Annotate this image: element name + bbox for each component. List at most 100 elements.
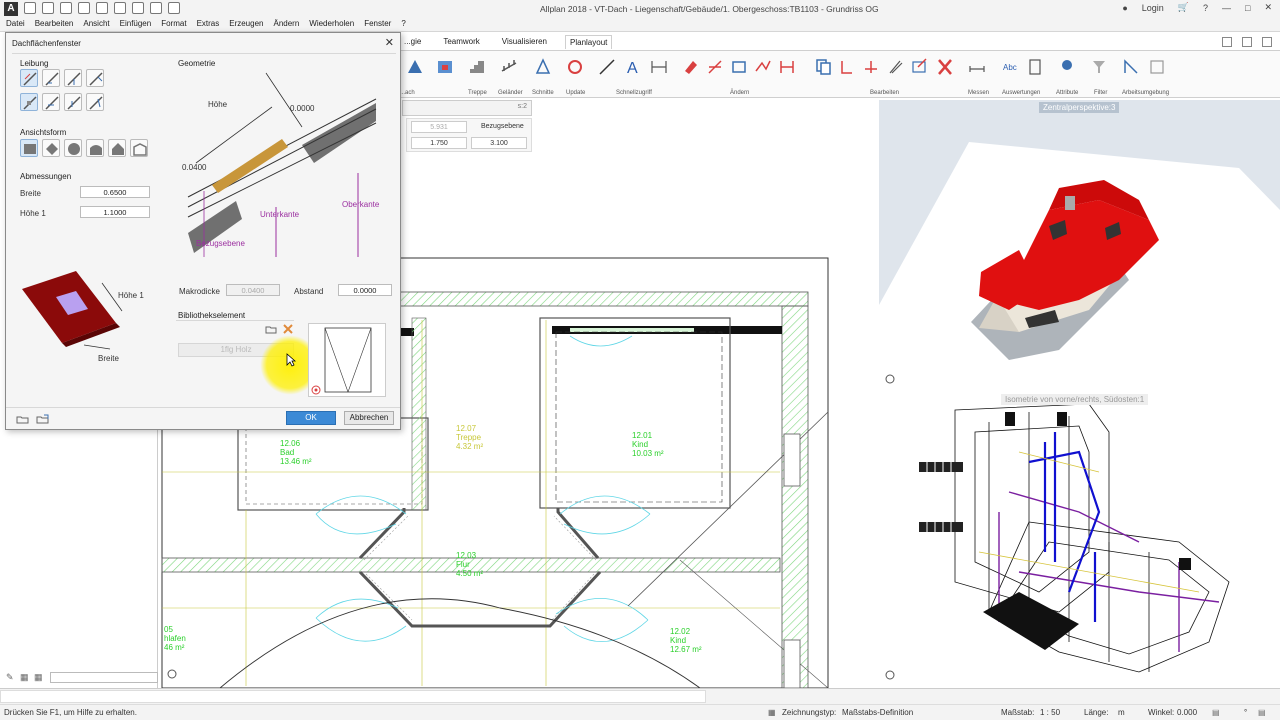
mirror-icon[interactable] [778,57,796,77]
menu-item-aendern[interactable]: Ändern [273,19,299,28]
info-value-1[interactable]: 1.750 [411,137,467,149]
menu-item-extras[interactable]: Extras [197,19,220,28]
delete-icon[interactable] [936,57,954,77]
isometric-canvas[interactable] [879,392,1280,688]
roof-icon[interactable] [406,57,424,77]
measure-icon[interactable] [968,57,986,77]
undo-icon[interactable] [78,2,90,14]
shape-diamond-button[interactable] [42,139,60,157]
close-window-icon[interactable]: ✕ [1264,2,1272,13]
leibung-option-5[interactable] [20,93,38,111]
dimension-icon[interactable] [650,57,668,77]
dialog-close-icon[interactable]: ✕ [385,36,394,49]
eraser-icon[interactable] [682,57,700,77]
paste-icon[interactable] [132,2,144,14]
expand-icon[interactable] [1262,37,1272,47]
perspective-canvas[interactable] [879,100,1280,390]
library-open-icon[interactable] [265,323,277,335]
new-icon[interactable] [24,2,36,14]
drawing-type-value[interactable]: Maßstabs-Definition [842,708,913,717]
hoehe1-input[interactable]: 1.1000 [80,206,150,218]
menu-item-erzeugen[interactable]: Erzeugen [229,19,263,28]
line-icon[interactable] [598,57,616,77]
favorites-open-icon[interactable] [16,413,30,425]
isometric-viewport[interactable]: Isometrie von vorne/rechts, Südosten:1 [879,392,1280,688]
login-link[interactable]: Login [1142,3,1164,13]
perspective-viewport[interactable]: Zentralperspektive:3 [879,100,1280,390]
leibung-option-2[interactable] [42,69,60,87]
reports-icon[interactable]: Abc [1002,57,1020,77]
folder-icon[interactable]: ▦ [20,672,29,683]
library-remove-icon[interactable] [282,323,294,335]
abstand-input[interactable]: 0.0000 [338,284,392,296]
leibung-option-4[interactable] [86,69,104,87]
railing-icon[interactable] [500,57,518,77]
user-icon[interactable]: ● [1122,3,1127,13]
workspace-icon[interactable] [1122,57,1140,77]
tools-icon[interactable] [168,2,180,14]
minimize-icon[interactable]: — [1222,3,1231,13]
update-icon[interactable] [566,57,584,77]
tab-visualisieren[interactable]: Visualisieren [498,35,551,49]
angle-value[interactable]: 0.000 [1177,708,1197,717]
drawing-tab[interactable]: s:2 [402,100,532,116]
list-icon[interactable] [1026,57,1044,77]
tab-energie[interactable]: ...gie [400,35,425,49]
save-icon[interactable] [60,2,72,14]
status-more-icon[interactable]: ▤ [1258,708,1266,717]
attributes-icon[interactable] [1058,57,1076,77]
menu-item-ansicht[interactable]: Ansicht [83,19,109,28]
shape-custom-button[interactable] [130,139,148,157]
menu-item-wiederholen[interactable]: Wiederholen [309,19,354,28]
menu-item-einfuegen[interactable]: Einfügen [120,19,152,28]
filter-icon[interactable] [1090,57,1108,77]
workspace-settings-icon[interactable] [1148,57,1166,77]
leibung-option-6[interactable] [42,93,60,111]
leibung-option-3[interactable] [64,69,82,87]
tab-teamwork[interactable]: Teamwork [439,35,483,49]
shape-arch-button[interactable] [86,139,104,157]
scale-value[interactable]: 1 : 50 [1040,708,1060,717]
pencil-icon[interactable]: ✎ [6,672,14,683]
redo-icon[interactable] [96,2,108,14]
copy-tool-icon[interactable] [814,57,832,77]
shape-rectangle-button[interactable] [20,139,38,157]
breite-input[interactable]: 0.6500 [80,186,150,198]
leibung-option-8[interactable] [86,93,104,111]
settings-icon[interactable] [1242,37,1252,47]
menu-item-datei[interactable]: Datei [6,19,25,28]
layer-select[interactable] [50,672,158,683]
modify-icon[interactable] [706,57,724,77]
shape-gable-button[interactable] [108,139,126,157]
print-icon[interactable] [150,2,162,14]
text-icon[interactable]: A [624,57,642,77]
tab-planlayout[interactable]: Planlayout [565,35,613,49]
favorites-save-icon[interactable] [36,413,50,425]
offset-icon[interactable] [886,57,904,77]
menu-item-help[interactable]: ? [401,19,405,28]
rotate-icon[interactable] [838,57,856,77]
leibung-option-7[interactable] [64,93,82,111]
help-icon[interactable]: ? [1203,3,1208,13]
section-icon[interactable] [534,57,552,77]
command-input[interactable] [0,690,706,703]
layer-icon[interactable]: ▦ [34,672,43,683]
stretch-icon[interactable] [754,57,772,77]
edit-point-icon[interactable] [910,57,928,77]
ok-button[interactable]: OK [286,411,336,425]
open-icon[interactable] [42,2,54,14]
length-unit[interactable]: m [1118,708,1125,717]
layout-icon[interactable] [1222,37,1232,47]
menu-item-fenster[interactable]: Fenster [364,19,391,28]
trim-icon[interactable] [862,57,880,77]
move-icon[interactable] [730,57,748,77]
roof-window-icon[interactable] [436,57,454,77]
maximize-icon[interactable]: □ [1245,3,1250,13]
menu-item-format[interactable]: Format [161,19,186,28]
cancel-button[interactable]: Abbrechen [344,411,394,425]
cart-icon[interactable]: 🛒 [1178,2,1189,13]
shape-circle-button[interactable] [64,139,82,157]
menu-item-bearbeiten[interactable]: Bearbeiten [35,19,74,28]
leibung-option-1[interactable] [20,69,38,87]
stair-icon[interactable] [468,57,486,77]
